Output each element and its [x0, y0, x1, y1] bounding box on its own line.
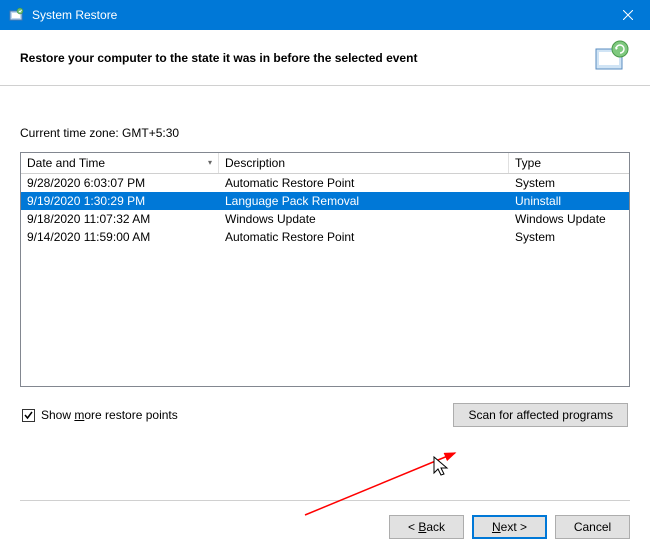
window-title: System Restore — [32, 8, 605, 22]
page-title: Restore your computer to the state it wa… — [20, 51, 592, 65]
table-body: 9/28/2020 6:03:07 PMAutomatic Restore Po… — [21, 174, 629, 246]
content-area: Current time zone: GMT+5:30 Date and Tim… — [0, 86, 650, 437]
table-row[interactable]: 9/19/2020 1:30:29 PMLanguage Pack Remova… — [21, 192, 629, 210]
column-date-label: Date and Time — [27, 156, 105, 170]
cell-description: Language Pack Removal — [219, 192, 509, 210]
restore-icon — [8, 7, 24, 23]
restore-points-table: Date and Time ▾ Description Type 9/28/20… — [20, 152, 630, 387]
cell-type: System — [509, 174, 629, 192]
cell-date: 9/18/2020 11:07:32 AM — [21, 210, 219, 228]
timezone-label: Current time zone: GMT+5:30 — [20, 126, 630, 140]
column-type[interactable]: Type — [509, 153, 629, 173]
back-button[interactable]: < Back — [389, 515, 464, 539]
wizard-footer: < Back Next > Cancel — [20, 500, 630, 539]
close-button[interactable] — [605, 0, 650, 30]
show-more-label: Show more restore points — [41, 408, 178, 422]
table-row[interactable]: 9/18/2020 11:07:32 AMWindows UpdateWindo… — [21, 210, 629, 228]
cell-date: 9/19/2020 1:30:29 PM — [21, 192, 219, 210]
show-more-checkbox[interactable]: Show more restore points — [22, 408, 178, 422]
restore-large-icon — [592, 39, 630, 77]
cell-date: 9/28/2020 6:03:07 PM — [21, 174, 219, 192]
titlebar: System Restore — [0, 0, 650, 30]
next-button[interactable]: Next > — [472, 515, 547, 539]
cell-date: 9/14/2020 11:59:00 AM — [21, 228, 219, 246]
cancel-button[interactable]: Cancel — [555, 515, 630, 539]
cell-description: Automatic Restore Point — [219, 228, 509, 246]
sort-desc-icon: ▾ — [208, 158, 212, 167]
table-row[interactable]: 9/28/2020 6:03:07 PMAutomatic Restore Po… — [21, 174, 629, 192]
scan-affected-button[interactable]: Scan for affected programs — [453, 403, 628, 427]
header: Restore your computer to the state it wa… — [0, 30, 650, 86]
cell-description: Automatic Restore Point — [219, 174, 509, 192]
cell-description: Windows Update — [219, 210, 509, 228]
cell-type: Windows Update — [509, 210, 629, 228]
table-header: Date and Time ▾ Description Type — [21, 153, 629, 174]
checkbox-icon — [22, 409, 35, 422]
column-date-time[interactable]: Date and Time ▾ — [21, 153, 219, 173]
table-row[interactable]: 9/14/2020 11:59:00 AMAutomatic Restore P… — [21, 228, 629, 246]
cell-type: Uninstall — [509, 192, 629, 210]
cursor-icon — [432, 455, 452, 479]
column-description[interactable]: Description — [219, 153, 509, 173]
options-row: Show more restore points Scan for affect… — [20, 403, 630, 427]
cell-type: System — [509, 228, 629, 246]
